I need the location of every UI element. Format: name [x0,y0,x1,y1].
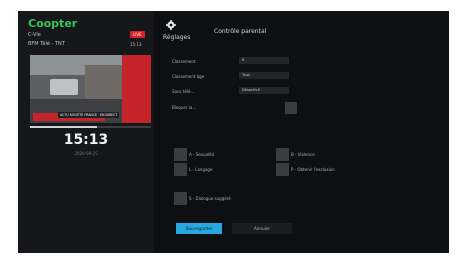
option-checkbox-exclusion[interactable] [276,163,289,176]
channel-name: C-Vie [28,32,41,38]
playback-progress-fill [30,126,97,128]
save-button[interactable]: Sauvegarder [176,223,222,234]
live-badge: LIVE [130,31,145,38]
age-rating-field[interactable]: Tous [239,72,289,79]
age-rating-label: Classement âge [172,74,205,79]
channel-time: 15:13 [130,42,142,47]
brand-logo: Coopter [28,17,78,30]
settings-panel: Réglages Contrôle parental Classement 8 … [154,11,449,253]
preview-car [50,79,78,95]
tv-screen: Coopter C-Vie BFM Télé - TNT LIVE 15:13 … [18,11,449,253]
section-title: Contrôle parental [214,28,267,35]
date: 2020-08-25 [74,151,98,156]
settings-title: Réglages [163,34,191,41]
option-checkbox-language[interactable] [174,163,187,176]
preview-building [85,65,125,103]
option-label-sexuality: A - Sexualité [189,152,215,157]
news-side-panel [122,55,151,123]
block-checkbox[interactable] [285,102,297,114]
option-checkbox-violence[interactable] [276,148,289,161]
channel-info: BFM Télé - TNT [28,41,65,47]
rating-label: Classement [172,59,196,64]
option-label-exclusion: P - Obtenir l'exclusion [291,167,335,172]
cancel-button[interactable]: Annuler [232,223,292,234]
playback-progress[interactable] [30,126,151,128]
option-checkbox-dialogue[interactable] [174,192,187,205]
gear-icon [166,20,176,30]
channel-panel: Coopter C-Vie BFM Télé - TNT LIVE 15:13 … [18,11,154,253]
block-label: Bloquer la... [172,105,197,110]
rating-field[interactable]: 8 [239,57,289,64]
no-tv-label: Sans télé... [172,89,195,94]
option-label-dialogue: S - Dialogue suggéré [189,196,231,201]
video-preview[interactable]: ACTU SOCIÉTÉ FRANCE · EN DIRECT [30,55,151,123]
option-label-language: L - Langage [189,167,213,172]
news-ticker-text: ACTU SOCIÉTÉ FRANCE · EN DIRECT [58,112,120,118]
clock: 15:13 [63,132,109,148]
option-label-violence: B - Violence [291,152,315,157]
no-tv-field[interactable]: Désactivé [239,87,289,94]
option-checkbox-sexuality[interactable] [174,148,187,161]
